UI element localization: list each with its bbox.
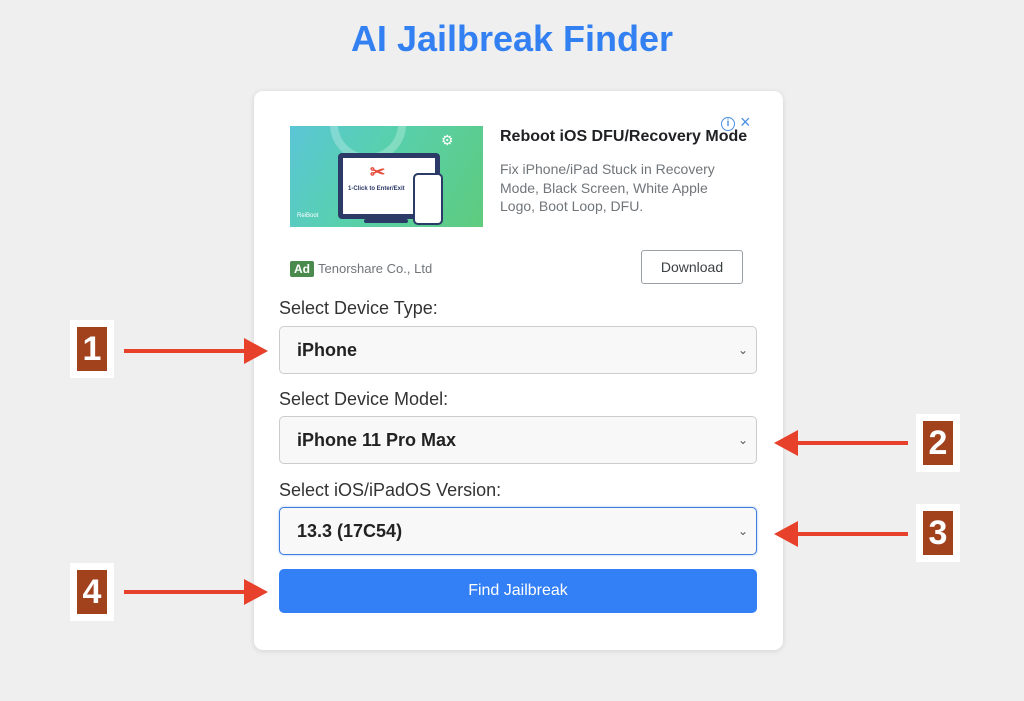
os-version-value: 13.3 (17C54) bbox=[297, 521, 403, 541]
close-icon[interactable]: × bbox=[740, 113, 751, 131]
ad-image-brand: ReiBoot bbox=[297, 213, 319, 219]
arrow-left-icon bbox=[774, 430, 908, 456]
chevron-down-icon: ⌄ bbox=[737, 343, 748, 357]
os-version-select[interactable]: 13.3 (17C54) ⌄ bbox=[279, 507, 757, 555]
monitor-base bbox=[364, 219, 408, 223]
tools-icon: ✂ bbox=[370, 162, 386, 182]
chevron-down-icon: ⌄ bbox=[737, 433, 748, 447]
finder-card: ⚙ ✂ 1-Click to Enter/Exit ReiBoot Reboot… bbox=[254, 91, 783, 650]
os-version-label: Select iOS/iPadOS Version: bbox=[279, 480, 502, 500]
find-jailbreak-button[interactable]: Find Jailbreak bbox=[279, 569, 757, 613]
annotation-badge-4: 4 bbox=[70, 563, 114, 621]
info-icon[interactable]: i bbox=[721, 117, 735, 131]
ad-download-button[interactable]: Download bbox=[641, 250, 743, 284]
device-type-label: Select Device Type: bbox=[279, 298, 438, 318]
device-model-label: Select Device Model: bbox=[279, 389, 449, 409]
ad-image-caption: 1-Click to Enter/Exit bbox=[348, 186, 405, 192]
annotation-badge-1: 1 bbox=[70, 320, 114, 378]
phone-illustration bbox=[413, 173, 443, 225]
device-model-value: iPhone 11 Pro Max bbox=[297, 430, 457, 450]
ad-image[interactable]: ⚙ ✂ 1-Click to Enter/Exit ReiBoot bbox=[290, 126, 483, 227]
ad-description: Fix iPhone/iPad Stuck in Recovery Mode, … bbox=[500, 161, 715, 214]
ad-advertiser: Tenorshare Co., Ltd bbox=[318, 261, 433, 276]
ad-badge: Ad bbox=[290, 261, 314, 277]
device-model-select[interactable]: iPhone 11 Pro Max ⌄ bbox=[279, 416, 757, 464]
arrow-right-icon bbox=[124, 338, 268, 364]
device-type-value: iPhone bbox=[297, 340, 358, 360]
gear-icon: ⚙ bbox=[441, 132, 454, 148]
device-type-select[interactable]: iPhone ⌄ bbox=[279, 326, 757, 374]
page-title: AI Jailbreak Finder bbox=[350, 18, 674, 59]
annotation-badge-2: 2 bbox=[916, 414, 960, 472]
annotation-badge-3: 3 bbox=[916, 504, 960, 562]
arrow-left-icon bbox=[774, 521, 908, 547]
ad-headline[interactable]: Reboot iOS DFU/Recovery Mode bbox=[500, 128, 747, 146]
arrow-right-icon bbox=[124, 579, 268, 605]
chevron-down-icon: ⌄ bbox=[737, 524, 748, 538]
